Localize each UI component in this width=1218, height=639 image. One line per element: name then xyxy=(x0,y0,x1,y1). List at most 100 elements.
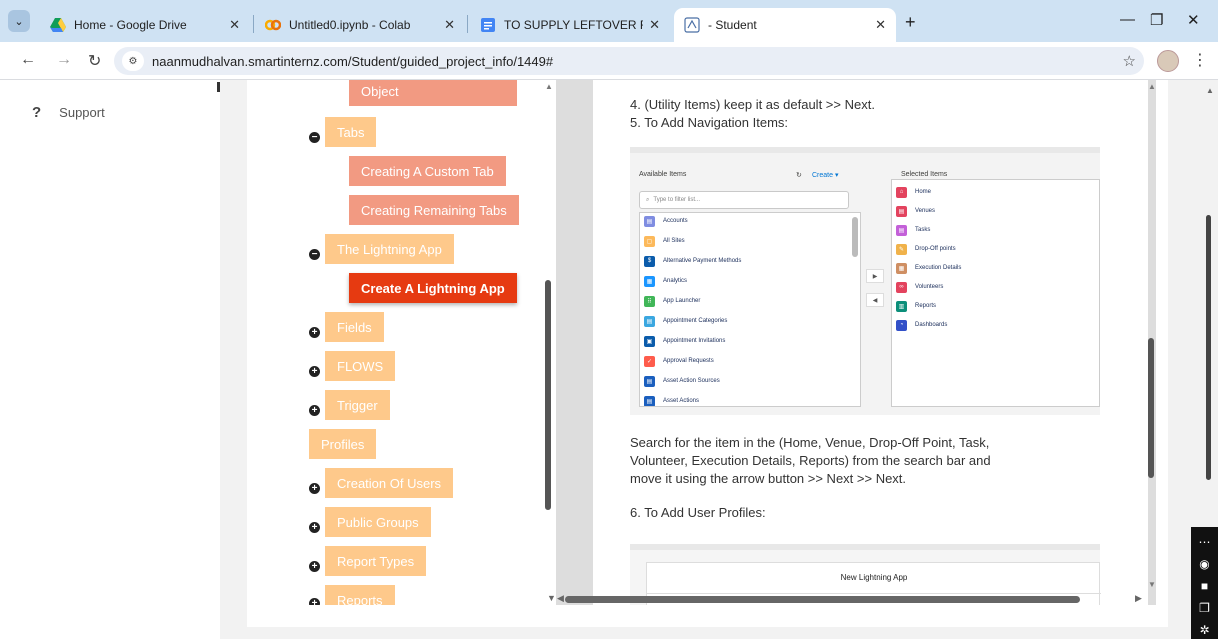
document-scrollbar-thumb[interactable] xyxy=(1148,338,1154,478)
expand-plus-icon[interactable]: + xyxy=(309,561,320,572)
forward-arrow-icon[interactable]: → xyxy=(56,51,72,69)
approval-icon: ✓ xyxy=(644,355,655,367)
tree-item-lightning-app[interactable]: The Lightning App xyxy=(325,234,454,264)
tree-item-profiles[interactable]: Profiles xyxy=(309,429,377,459)
scroll-up-arrow-icon[interactable]: ▲ xyxy=(1148,82,1156,91)
browser-toolbar: ← → ↻ ⚙ naanmudhalvan.smartinternz.com/S… xyxy=(0,42,1218,80)
tab-google-docs[interactable]: TO SUPPLY LEFTOVER FOOD TO ✕ xyxy=(470,8,670,42)
tab-student[interactable]: - Student ✕ xyxy=(674,8,896,42)
scroll-right-arrow-icon[interactable]: ▶ xyxy=(1135,593,1142,604)
gear-icon[interactable]: ✲ xyxy=(1199,622,1209,638)
scroll-left-arrow-icon[interactable]: ◀ xyxy=(557,593,564,604)
sidebar-item-support[interactable]: ? Support xyxy=(32,104,105,121)
bookmark-star-icon[interactable]: ☆ xyxy=(1123,52,1136,70)
tree-item-tabs[interactable]: Tabs xyxy=(325,117,377,147)
google-docs-icon xyxy=(481,18,495,32)
reload-icon[interactable]: ↻ xyxy=(88,51,101,71)
new-tab-icon[interactable]: + xyxy=(905,12,916,33)
expand-plus-icon[interactable]: + xyxy=(309,598,320,605)
tree-item-flows[interactable]: FLOWS xyxy=(325,351,396,381)
profile-avatar[interactable] xyxy=(1157,50,1179,72)
tree-item-create-lightning-app[interactable]: Create A Lightning App xyxy=(349,273,517,303)
list-item: ▣ Appointment Invitations xyxy=(644,333,725,349)
list-item-label: Asset Actions xyxy=(663,398,700,404)
execution-details-icon: ▦ xyxy=(896,262,907,274)
sidebar-scrollbar[interactable] xyxy=(217,82,220,92)
list-item: ◔ Dashboards xyxy=(896,317,947,333)
tree-scrollbar-thumb[interactable] xyxy=(545,280,551,510)
tree-item-report-types[interactable]: Report Types xyxy=(325,546,427,576)
site-info-icon[interactable]: ⚙ xyxy=(122,51,144,71)
list-item: ⌂ Home xyxy=(896,184,931,200)
scroll-down-arrow-icon[interactable]: ▼ xyxy=(547,593,556,603)
list-item-label: Accounts xyxy=(663,218,688,224)
tree-item-object[interactable]: Object xyxy=(349,80,517,106)
back-arrow-icon[interactable]: ← xyxy=(20,51,36,69)
instructions-line-1: Search for the item in the (Home, Venue,… xyxy=(630,435,990,450)
camera-icon[interactable]: ◉ xyxy=(1199,556,1209,572)
move-right-arrow-icon: ▶ xyxy=(866,269,884,283)
tab-google-drive[interactable]: Home - Google Drive ✕ xyxy=(40,8,250,42)
collapse-minus-icon[interactable]: − xyxy=(309,249,320,260)
tree-item-fields[interactable]: Fields xyxy=(325,312,384,342)
project-tree-nav: Object − Tabs Creating A Custom Tab Crea… xyxy=(247,80,542,605)
close-tab-icon[interactable]: ✕ xyxy=(875,17,886,33)
window-icon[interactable]: ❐ xyxy=(1199,600,1210,616)
expand-plus-icon[interactable]: + xyxy=(309,327,320,338)
tree-item-trigger[interactable]: Trigger xyxy=(325,390,390,420)
expand-plus-icon[interactable]: + xyxy=(309,483,320,494)
horizontal-scrollbar[interactable]: ▼ ◀ ▶ xyxy=(547,593,1147,605)
window-close-icon[interactable]: ✕ xyxy=(1187,11,1200,29)
filter-input: ⌕ Type to filter list... xyxy=(639,191,849,209)
tree-item-public-groups[interactable]: Public Groups xyxy=(325,507,431,537)
dialog-title: New Lightning App xyxy=(840,573,908,582)
tree-item-creating-remaining-tabs[interactable]: Creating Remaining Tabs xyxy=(349,195,519,225)
expand-plus-icon[interactable]: + xyxy=(309,405,320,416)
list-item-label: Dashboards xyxy=(915,322,948,328)
google-drive-icon xyxy=(50,18,66,32)
student-portal-icon xyxy=(684,17,700,33)
list-item-label: Execution Details xyxy=(915,265,962,271)
dashboards-icon: ◔ xyxy=(896,319,907,331)
list-item: $ Alternative Payment Methods xyxy=(644,253,741,269)
list-item: ▤ Accounts xyxy=(644,213,688,229)
left-sidebar: ? Support xyxy=(0,80,220,639)
minimize-icon[interactable]: — xyxy=(1120,11,1135,28)
close-tab-icon[interactable]: ✕ xyxy=(649,17,660,33)
collapse-minus-icon[interactable]: − xyxy=(309,132,320,143)
recorder-menu-icon[interactable]: ⋯ xyxy=(1199,534,1211,550)
list-item: ✓ Approval Requests xyxy=(644,353,714,369)
scroll-up-arrow-icon[interactable]: ▲ xyxy=(1206,86,1214,95)
scroll-down-arrow-icon[interactable]: ▼ xyxy=(1148,580,1156,589)
page-scrollbar-thumb[interactable] xyxy=(1206,215,1211,480)
home-icon: ⌂ xyxy=(896,186,907,198)
list-item-label: Appointment Invitations xyxy=(663,338,726,344)
more-menu-icon[interactable]: ⋮ xyxy=(1192,50,1208,70)
scroll-up-arrow-icon[interactable]: ▲ xyxy=(545,82,553,91)
tree-item-reports[interactable]: Reports xyxy=(325,585,395,605)
expand-plus-icon[interactable]: + xyxy=(309,366,320,377)
categories-icon: ▤ xyxy=(644,315,655,327)
list-item-label: Reports xyxy=(915,303,937,309)
tab-search-chevron-icon[interactable]: ⌄ xyxy=(8,10,30,32)
step-4-text: 4. (Utility Items) keep it as default >>… xyxy=(630,97,875,112)
reports-icon: ▥ xyxy=(896,300,907,312)
accounts-icon: ▤ xyxy=(644,215,655,227)
horizontal-scrollbar-thumb[interactable] xyxy=(565,596,1080,603)
list-item: ▤ Appointment Categories xyxy=(644,313,727,329)
close-tab-icon[interactable]: ✕ xyxy=(229,17,240,33)
address-bar[interactable]: ⚙ naanmudhalvan.smartinternz.com/Student… xyxy=(114,47,1144,75)
app-launcher-icon: ⠿ xyxy=(644,295,655,307)
tab-separator xyxy=(467,15,468,33)
asset-actions-icon: ▤ xyxy=(644,395,655,406)
tab-colab[interactable]: Untitled0.ipynb - Colab ✕ xyxy=(255,8,465,42)
expand-plus-icon[interactable]: + xyxy=(309,522,320,533)
close-tab-icon[interactable]: ✕ xyxy=(444,17,455,33)
tree-item-creation-of-users[interactable]: Creation Of Users xyxy=(325,468,454,498)
restore-icon[interactable]: ❐ xyxy=(1150,11,1163,29)
tree-item-creating-custom-tab[interactable]: Creating A Custom Tab xyxy=(349,156,506,186)
list-item: ▤ Asset Actions xyxy=(644,393,700,406)
tab-title: - Student xyxy=(708,18,757,32)
video-icon[interactable]: ■ xyxy=(1201,578,1208,594)
document-page: 4. (Utility Items) keep it as default >>… xyxy=(593,80,1148,605)
